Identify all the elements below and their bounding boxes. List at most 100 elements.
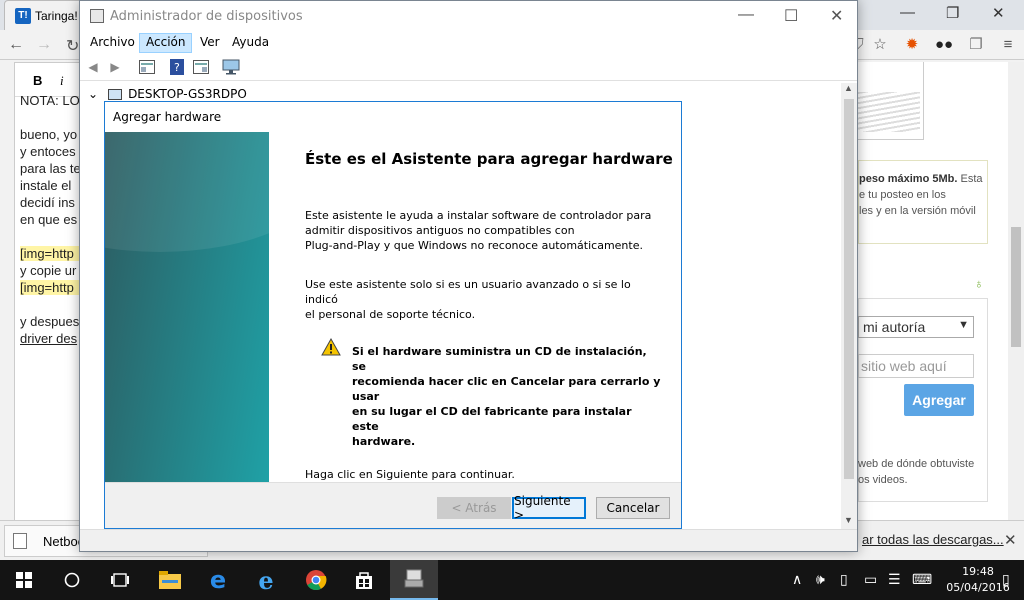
- editor-line: instale el: [20, 178, 72, 193]
- wizard-heading: Éste es el Asistente para agregar hardwa…: [305, 150, 673, 168]
- menu-ayuda[interactable]: Ayuda: [225, 33, 276, 53]
- monitor-icon[interactable]: [222, 58, 240, 76]
- glasses-extension-icon[interactable]: ●●: [934, 34, 954, 54]
- source-note-line: web de dónde obtuviste: [858, 458, 975, 470]
- cancel-button[interactable]: Cancelar: [596, 497, 670, 519]
- back-arrow-icon[interactable]: ←: [8, 36, 24, 54]
- browser-minimize-button[interactable]: —: [900, 4, 915, 21]
- editor-line: y copie ur: [20, 263, 77, 278]
- scrollbar-thumb[interactable]: [1011, 227, 1021, 347]
- post-sidebar: peso máximo 5Mb. Esta e tu posteo en los…: [858, 62, 1008, 522]
- show-hidden-icons-icon[interactable]: ∧: [792, 571, 802, 588]
- toolbar: ◀ ▶ ?: [80, 54, 857, 81]
- menu-accion[interactable]: Acción: [139, 33, 193, 53]
- menu-bar: Archivo Acción Ver Ayuda: [80, 32, 857, 54]
- network-icon[interactable]: ▯: [840, 571, 848, 588]
- show-all-downloads-link[interactable]: ar todas las descargas...: [862, 532, 1004, 547]
- editor-toolbar: B i: [15, 63, 79, 97]
- scroll-up-icon[interactable]: ▲: [844, 83, 853, 93]
- close-icon[interactable]: ✕: [1004, 531, 1017, 549]
- image-preview: [858, 62, 924, 140]
- bookmark-star-icon[interactable]: ☆: [870, 34, 890, 54]
- properties-icon[interactable]: [138, 58, 156, 76]
- post-editor[interactable]: B i NOTA: LO bueno, yo y entoces para la…: [14, 62, 82, 522]
- scrollbar-thumb[interactable]: [844, 99, 854, 479]
- task-view-icon[interactable]: [96, 560, 144, 600]
- volume-icon[interactable]: 🕪: [816, 571, 825, 588]
- svg-text:?: ?: [174, 61, 180, 74]
- menu-ver[interactable]: Ver: [193, 33, 227, 53]
- chevron-down-icon[interactable]: ⌄: [88, 87, 98, 101]
- edge-browser-icon[interactable]: e: [194, 560, 242, 600]
- store-icon[interactable]: [340, 560, 388, 600]
- back-arrow-icon[interactable]: ◀: [84, 58, 102, 76]
- italic-button[interactable]: i: [60, 73, 64, 88]
- wizard-title[interactable]: Agregar hardware: [105, 102, 681, 132]
- status-bar: [80, 529, 857, 551]
- browser-tab[interactable]: T! Taringa!: [4, 0, 84, 30]
- action-center-icon[interactable]: ▯: [1002, 571, 1010, 588]
- menu-icon[interactable]: ≡: [998, 34, 1018, 54]
- keyboard-icon[interactable]: ⌨: [912, 571, 932, 588]
- next-button[interactable]: Siguiente >: [512, 494, 586, 522]
- file-icon: [13, 533, 27, 549]
- wizard-continue-text: Haga clic en Siguiente para continuar.: [305, 468, 515, 481]
- search-icon[interactable]: [48, 560, 96, 600]
- upload-note: peso máximo 5Mb. Esta: [859, 173, 983, 185]
- editor-line: decidí ins: [20, 195, 75, 210]
- tree-root-node[interactable]: ⌄ DESKTOP-GS3RDPO: [88, 87, 247, 101]
- browser-scrollbar[interactable]: [1008, 62, 1024, 522]
- browser-tab-title: Taringa!: [35, 8, 78, 23]
- help-icon[interactable]: ?: [168, 58, 186, 76]
- add-hardware-wizard: Agregar hardware Éste es el Asistente pa…: [104, 101, 682, 529]
- lightbulb-icon[interactable]: ♁: [974, 276, 984, 291]
- editor-line: NOTA: LO: [20, 93, 80, 108]
- keyboard-image: [858, 92, 920, 132]
- scroll-down-icon[interactable]: ▼: [844, 515, 853, 525]
- device-tree-scrollbar[interactable]: ▲ ▼: [841, 83, 857, 529]
- reload-icon[interactable]: ↻: [66, 36, 79, 56]
- upload-note-line: les y en la versión móvil: [859, 205, 976, 217]
- device-manager-taskbar-icon[interactable]: [390, 560, 438, 600]
- add-button[interactable]: Agregar: [904, 384, 974, 416]
- windows-start-icon[interactable]: [0, 560, 48, 600]
- editor-line: driver des: [20, 331, 78, 346]
- forward-arrow-icon[interactable]: →: [36, 36, 52, 54]
- copy-extension-icon[interactable]: ❐: [966, 34, 986, 54]
- editor-line: y despues: [20, 314, 80, 329]
- menu-archivo[interactable]: Archivo: [83, 33, 142, 53]
- taskbar: e e ∧ 🕪 ▯ ▭ ☰ ⌨ 19:48 05/04/2016 ▯: [0, 560, 1024, 600]
- editor-line: y entoces: [20, 144, 76, 159]
- banner-arc: [105, 132, 269, 252]
- wizard-warning: Si el hardware suministra un CD de insta…: [352, 345, 661, 448]
- device-manager-title: Administrador de dispositivos: [110, 9, 303, 24]
- editor-line: bueno, yo: [20, 127, 78, 142]
- browser-close-button[interactable]: ✕: [992, 4, 1005, 22]
- maximize-button[interactable]: ☐: [784, 6, 798, 26]
- browser-maximize-button[interactable]: ❐: [946, 4, 959, 22]
- wizard-advanced-note: Use este asistente solo si es un usuario…: [305, 278, 631, 321]
- internet-explorer-icon[interactable]: e: [242, 560, 290, 600]
- warning-icon: [321, 337, 341, 359]
- chrome-icon[interactable]: [292, 560, 340, 600]
- power-icon[interactable]: ▭: [864, 571, 877, 588]
- source-select[interactable]: mi autoría ▼: [858, 316, 974, 338]
- forward-arrow-icon[interactable]: ▶: [106, 58, 124, 76]
- device-manager-titlebar[interactable]: Administrador de dispositivos — ☐ ✕: [80, 1, 857, 32]
- view-icon[interactable]: [192, 58, 210, 76]
- back-button[interactable]: < Atrás: [437, 497, 511, 519]
- notifications-icon[interactable]: ☰: [888, 571, 901, 588]
- close-button[interactable]: ✕: [830, 6, 843, 26]
- fire-extension-icon[interactable]: ✹: [902, 34, 922, 54]
- upload-note-line: e tu posteo en los: [859, 189, 946, 201]
- tree-root-label: DESKTOP-GS3RDPO: [128, 87, 247, 101]
- computer-icon: [108, 88, 123, 100]
- file-explorer-icon[interactable]: [146, 560, 194, 600]
- editor-line: [img=http: [20, 280, 82, 295]
- wizard-button-bar: < Atrás Siguiente > Cancelar: [105, 482, 681, 528]
- source-note-line: os videos.: [858, 474, 908, 486]
- bold-button[interactable]: B: [33, 73, 42, 88]
- upload-info-box: peso máximo 5Mb. Esta e tu posteo en los…: [858, 160, 988, 244]
- minimize-button[interactable]: —: [738, 6, 754, 24]
- website-input[interactable]: sitio web aquí: [858, 354, 974, 378]
